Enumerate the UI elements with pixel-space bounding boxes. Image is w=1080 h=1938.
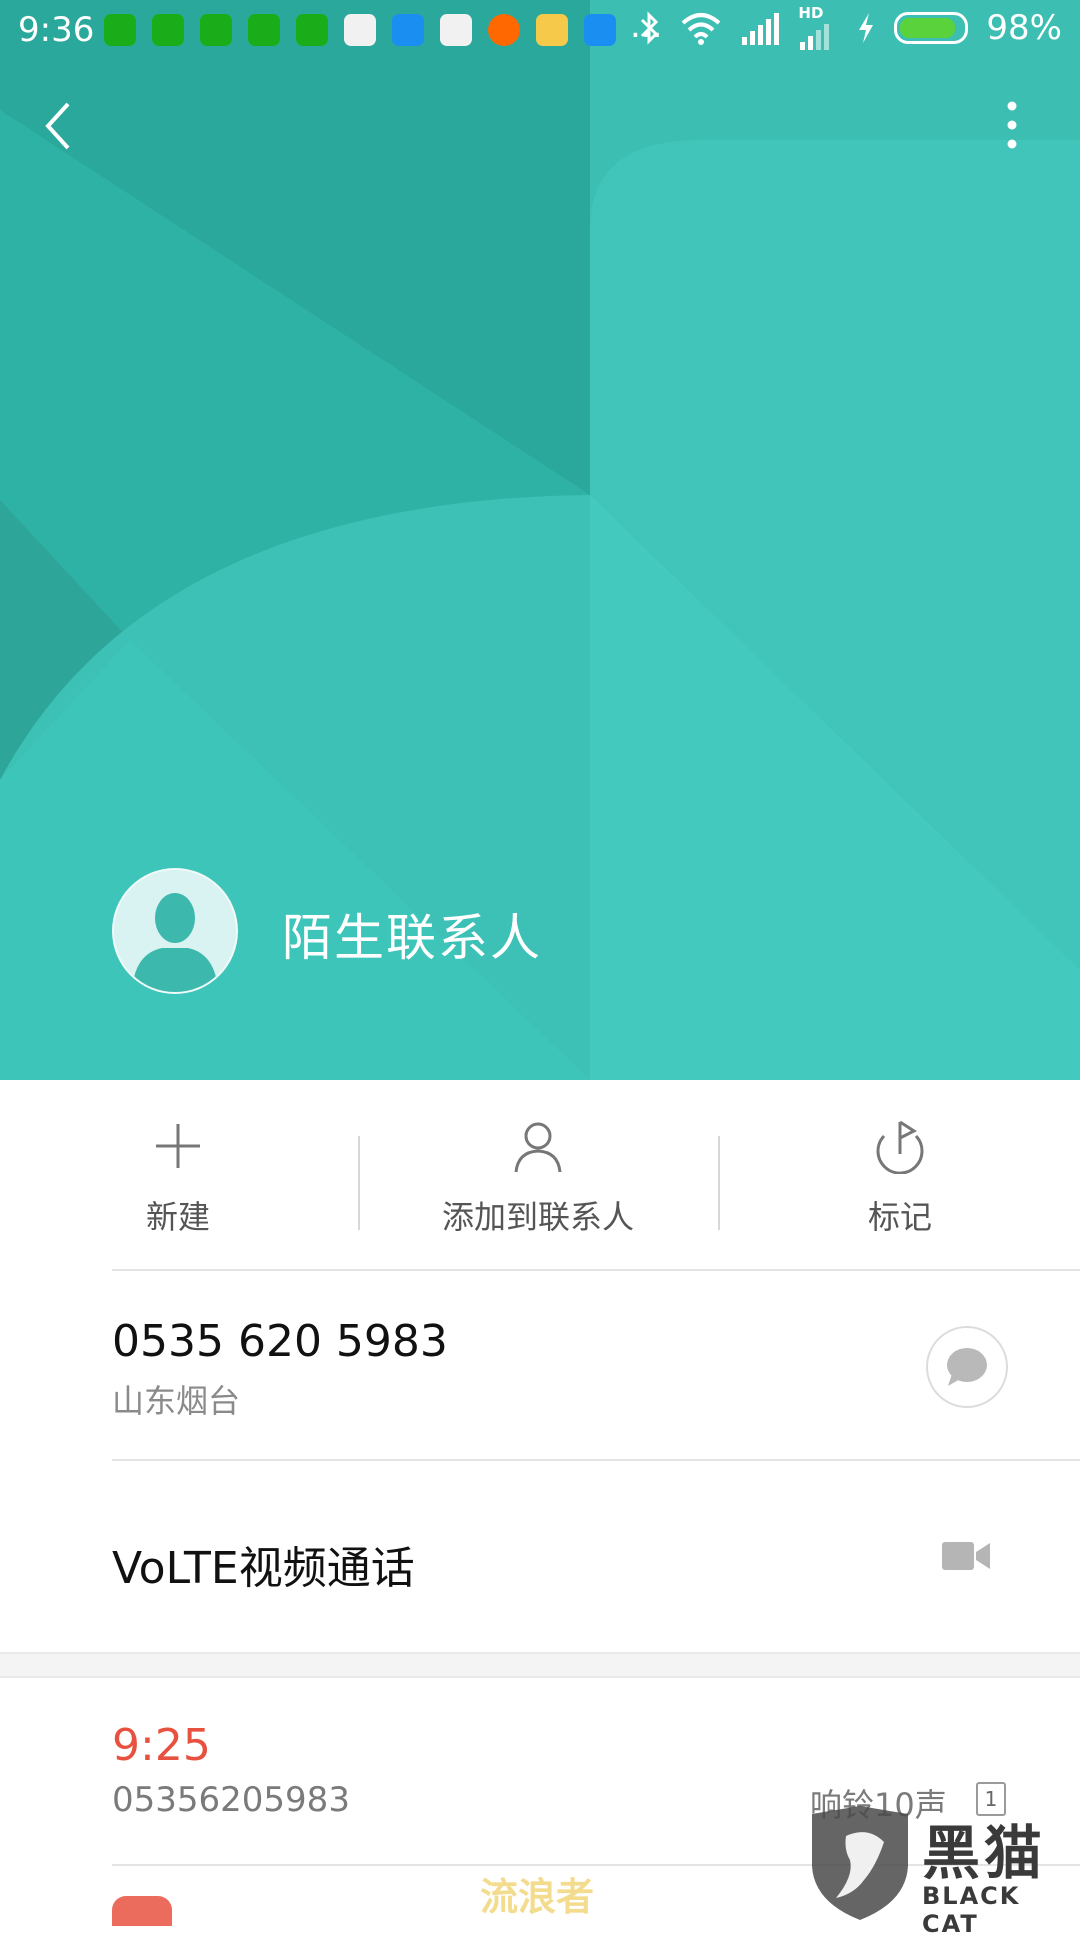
status-time: 9:36 bbox=[18, 10, 95, 50]
divider bbox=[718, 1136, 720, 1230]
battery-percent: 98% bbox=[986, 8, 1062, 48]
add-to-contacts-button[interactable]: 添加到联系人 bbox=[388, 1118, 688, 1238]
plus-icon bbox=[156, 1124, 200, 1168]
wechat-icon bbox=[152, 14, 184, 46]
phone-number: 0535 620 5983 bbox=[112, 1316, 448, 1367]
divider bbox=[358, 1136, 360, 1230]
play-store-icon bbox=[344, 14, 376, 46]
battery-icon bbox=[894, 12, 969, 44]
wifi-icon bbox=[682, 13, 721, 45]
signal-icon bbox=[742, 13, 780, 45]
avatar bbox=[112, 868, 238, 994]
new-contact-label: 新建 bbox=[145, 1198, 210, 1236]
message-bubble-icon bbox=[947, 1348, 987, 1386]
mi-app-icon bbox=[488, 14, 520, 46]
call-number: 05356205983 bbox=[112, 1780, 350, 1820]
hd-signal-icon: HD bbox=[798, 4, 838, 50]
add-to-contacts-label: 添加到联系人 bbox=[441, 1198, 634, 1236]
black-cat-shield-icon bbox=[812, 1806, 908, 1920]
watermark-logo-en: BLACK CAT bbox=[922, 1882, 1021, 1938]
wechat-icon bbox=[200, 14, 232, 46]
wechat-icon bbox=[296, 14, 328, 46]
contact-name: 陌生联系人 bbox=[282, 909, 542, 967]
next-call-log-item bbox=[112, 1896, 172, 1926]
back-arrow-icon[interactable] bbox=[40, 98, 80, 154]
black-cat-logo: 黑猫 BLACK CAT bbox=[806, 1806, 1078, 1938]
contact-header: 9:36 ... HD 98% 陌生联系人 bbox=[0, 0, 1080, 1080]
volte-video-call[interactable]: VoLTE视频通话 bbox=[112, 1532, 415, 1596]
flag-icon bbox=[876, 1120, 924, 1174]
charging-icon bbox=[859, 13, 874, 43]
game-app-icon bbox=[536, 14, 568, 46]
action-bar: 新建 添加到联系人 标记 bbox=[0, 1080, 1080, 1270]
new-contact-button[interactable]: 新建 bbox=[28, 1118, 328, 1238]
person-silhouette-icon bbox=[132, 893, 218, 992]
video-camera-icon[interactable] bbox=[940, 1538, 992, 1574]
message-button[interactable] bbox=[926, 1326, 1008, 1408]
watermark-logo-cn: 黑猫 bbox=[922, 1819, 1047, 1887]
status-icons: HD 98% bbox=[638, 4, 1062, 50]
person-icon bbox=[514, 1122, 562, 1173]
more-options-icon[interactable] bbox=[992, 100, 1032, 150]
wechat-icon bbox=[104, 14, 136, 46]
play-store-icon bbox=[440, 14, 472, 46]
mark-button[interactable]: 标记 bbox=[750, 1118, 1050, 1238]
status-bar: 9:36 ... HD 98% bbox=[0, 0, 1080, 62]
bluetooth-icon bbox=[641, 11, 659, 45]
call-time: 9:25 bbox=[112, 1720, 211, 1771]
phone-location: 山东烟台 bbox=[112, 1382, 241, 1420]
divider bbox=[112, 1459, 1080, 1461]
divider bbox=[112, 1269, 1080, 1271]
app-notification-icon bbox=[584, 14, 616, 46]
app-notification-icon bbox=[392, 14, 424, 46]
watermark-text: 流浪者 bbox=[480, 1875, 595, 1919]
section-separator bbox=[0, 1652, 1080, 1678]
mark-label: 标记 bbox=[867, 1198, 932, 1236]
wechat-icon bbox=[248, 14, 280, 46]
